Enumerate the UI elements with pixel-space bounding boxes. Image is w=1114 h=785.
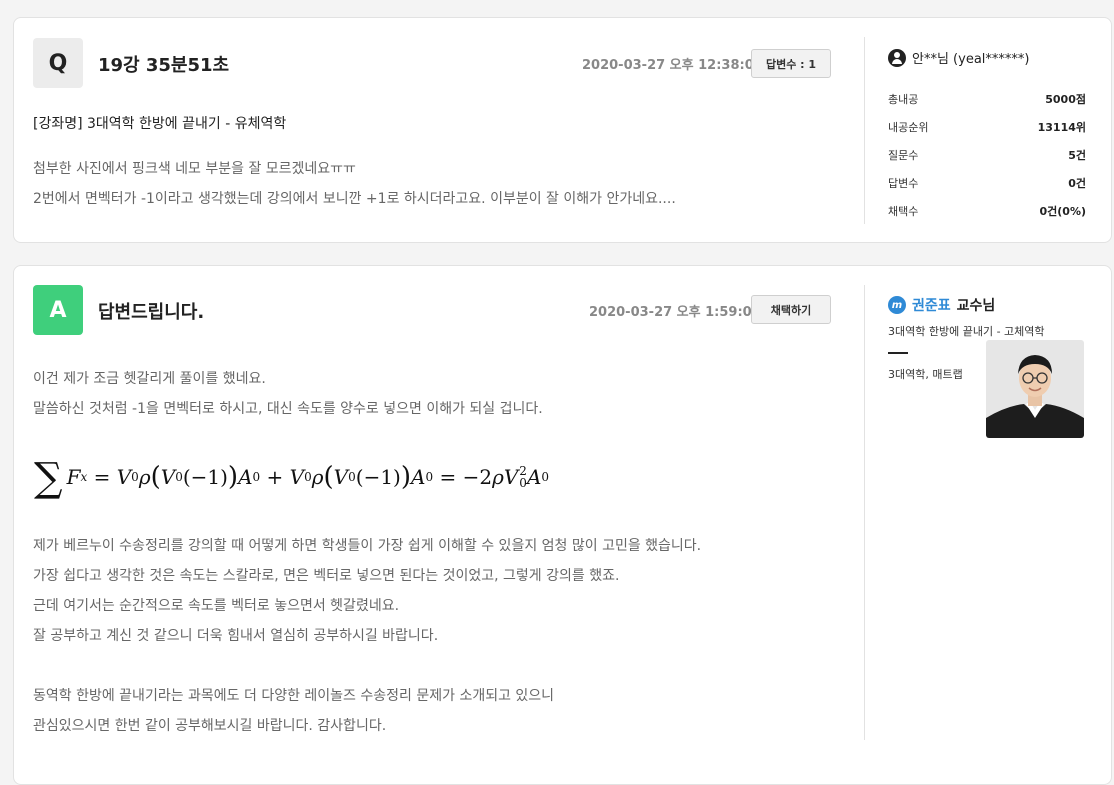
question-body-line: 첨부한 사진에서 핑크색 네모 부분을 잘 모르겠네요ㅠㅠ	[33, 161, 356, 177]
stat-value: 5000점	[1045, 93, 1086, 106]
stat-label: 답변수	[888, 177, 919, 190]
answer-count-button[interactable]: 답변수 : 1	[751, 49, 831, 78]
answer-badge: A	[33, 285, 83, 335]
answer-body-line: 동역학 한방에 끝내기라는 과목에도 더 다양한 레이놀즈 수송정리 문제가 소…	[33, 688, 555, 704]
answer-body-line: 가장 쉽다고 생각한 것은 속도는 스칼라로, 면은 벡터로 넣으면 된다는 것…	[33, 568, 620, 584]
stat-row: 총내공 5000점	[888, 91, 1086, 107]
stat-value: 13114위	[1037, 121, 1086, 134]
professor-suffix: 교수님	[956, 298, 996, 314]
stat-row: 채택수 0건(0%)	[888, 203, 1086, 219]
question-divider	[864, 37, 865, 224]
answer-date: 2020-03-27 오후 1:59:00	[589, 305, 761, 320]
answer-body-line: 이건 제가 조금 헷갈리게 풀이를 했네요.	[33, 371, 266, 387]
question-badge: Q	[33, 38, 83, 88]
stat-value: 0건	[1068, 177, 1086, 190]
momentum-equation: ∑ Fx = V 0 ρ(V 0 (−1)) A 0 + V 0 ρ(V 0 (−1)) A 0 = −2…	[34, 455, 550, 501]
stat-label: 내공순위	[888, 121, 929, 134]
stat-row: 답변수 0건	[888, 175, 1086, 191]
answer-title: 답변드립니다.	[98, 302, 205, 323]
questioner-name: 안**님 (yeal******)	[912, 52, 1030, 67]
stat-row: 내공순위 13114위	[888, 119, 1086, 135]
professor-tags: 3대역학, 매트랩	[888, 368, 963, 381]
stat-label: 채택수	[888, 205, 919, 218]
professor-name[interactable]: 권준표	[912, 295, 951, 315]
answer-body-line: 말씀하신 것처럼 -1을 면벡터로 하시고, 대신 속도를 양수로 넣으면 이해…	[33, 401, 543, 417]
stat-label: 총내공	[888, 93, 919, 106]
professor-course: 3대역학 한방에 끝내기 - 고체역학	[888, 325, 1045, 338]
stat-row: 질문수 5건	[888, 147, 1086, 163]
answer-body-line: 근데 여기서는 순간적으로 속도를 벡터로 놓으면서 헷갈렸네요.	[33, 598, 400, 614]
stat-label: 질문수	[888, 149, 919, 162]
professor-logo-icon: m	[888, 296, 906, 314]
question-course: [강좌명] 3대역학 한방에 끝내기 - 유체역학	[33, 116, 287, 132]
question-card: Q 19강 35분51초 2020-03-27 오후 12:38:00 답변수 …	[13, 17, 1112, 243]
questioner-info: 안**님 (yeal******)	[888, 48, 1029, 67]
select-answer-button[interactable]: 채택하기	[751, 295, 831, 324]
answer-card: A 답변드립니다. 2020-03-27 오후 1:59:00 채택하기 이건 …	[13, 265, 1112, 785]
professor-divider	[888, 352, 908, 354]
stat-value: 0건(0%)	[1039, 205, 1086, 218]
answer-divider	[864, 285, 865, 740]
answer-body-line: 관심있으시면 한번 같이 공부해보시길 바랍니다. 감사합니다.	[33, 718, 387, 734]
answer-body-line: 잘 공부하고 계신 것 같으니 더욱 힘내서 열심히 공부하시길 바랍니다.	[33, 628, 439, 644]
question-date: 2020-03-27 오후 12:38:00	[582, 58, 763, 73]
professor-info: m 권준표 교수님	[888, 295, 995, 315]
question-title: 19강 35분51초	[98, 55, 230, 76]
professor-photo	[986, 340, 1084, 438]
question-body-line: 2번에서 면벡터가 -1이라고 생각했는데 강의에서 보니깐 +1로 하시더라고…	[33, 191, 676, 207]
answer-body-line: 제가 베르누이 수송정리를 강의할 때 어떻게 하면 학생들이 가장 쉽게 이해…	[33, 538, 702, 554]
stat-value: 5건	[1068, 149, 1086, 162]
user-circle-icon	[888, 48, 906, 67]
